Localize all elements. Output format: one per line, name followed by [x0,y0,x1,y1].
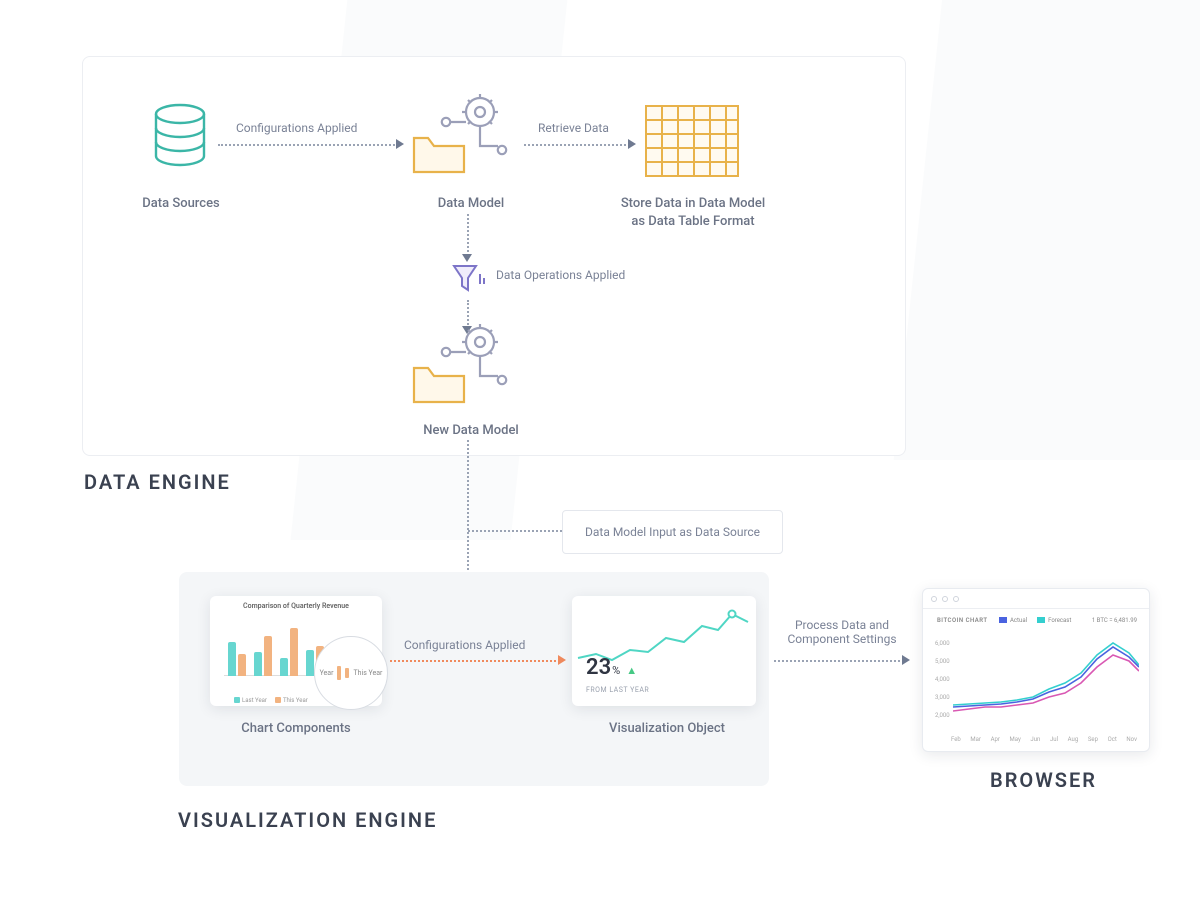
browser-y-axis: 6,0005,0004,0003,0002,000 [935,635,950,725]
window-dot-icon [942,596,948,602]
arrow-right-icon [558,655,566,665]
browser-x-axis: FebMarAprMayJunJulAugSepOctNov [951,736,1137,743]
data-table-icon [644,104,740,178]
viz-caption: FROM LAST YEAR [586,686,649,694]
connector [774,660,904,662]
connector-orange [390,660,560,662]
chart-components-label: Chart Components [226,720,366,738]
viz-object-label: Visualization Object [592,720,742,738]
connector [467,214,469,256]
edge-retrieve-data: Retrieve Data [538,121,609,135]
window-dot-icon [931,596,937,602]
chart-components-card: Comparison of Quarterly Revenue Last Yea… [210,596,382,706]
browser-chart [953,631,1139,731]
legend-this-year: This Year [283,697,308,704]
connector [468,530,562,532]
browser-right-tag: 1 BTC = 6,481.99 [1092,617,1137,624]
arrow-right-icon [396,139,404,149]
connector [218,144,398,146]
data-sources-label: Data Sources [133,195,229,213]
chart-card-title: Comparison of Quarterly Revenue [210,596,382,610]
arrow-right-icon [628,139,636,149]
data-model-icon [408,86,518,178]
edge-config-applied-1: Configurations Applied [236,121,357,135]
browser-legend: Actual Forecast [999,617,1071,624]
database-icon [150,102,210,176]
edge-config-applied-2: Configurations Applied [404,638,525,652]
store-table-label: Store Data in Data Model as Data Table F… [612,195,774,231]
trend-up-icon: ▲ [626,664,637,677]
connector [467,440,469,582]
data-model-input-pill: Data Model Input as Data Source [562,510,783,554]
connector [524,144,630,146]
browser-chart-title: BITCOIN CHART [937,617,988,624]
browser-title: BROWSER [990,768,1097,792]
new-data-model-icon [408,316,518,408]
edge-data-ops: Data Operations Applied [496,268,625,282]
legend-last-year: Last Year [242,697,267,704]
edge-process-settings: Process Data and Component Settings [780,618,904,646]
window-dot-icon [953,596,959,602]
browser-titlebar [923,589,1149,609]
viz-engine-title: VISUALIZATION ENGINE [178,808,437,832]
data-engine-title: DATA ENGINE [84,470,231,494]
browser-window: BITCOIN CHART Actual Forecast 1 BTC = 6,… [922,588,1150,752]
viz-object-card: 23%▲ FROM LAST YEAR [572,596,756,706]
arrow-right-icon [902,655,910,665]
filter-icon [450,262,486,296]
arrow-down-icon [462,254,472,262]
new-data-model-label: New Data Model [416,422,526,440]
data-model-label: Data Model [426,195,516,213]
magnifier-icon: Year This Year [314,636,388,710]
viz-value: 23%▲ [586,655,637,680]
